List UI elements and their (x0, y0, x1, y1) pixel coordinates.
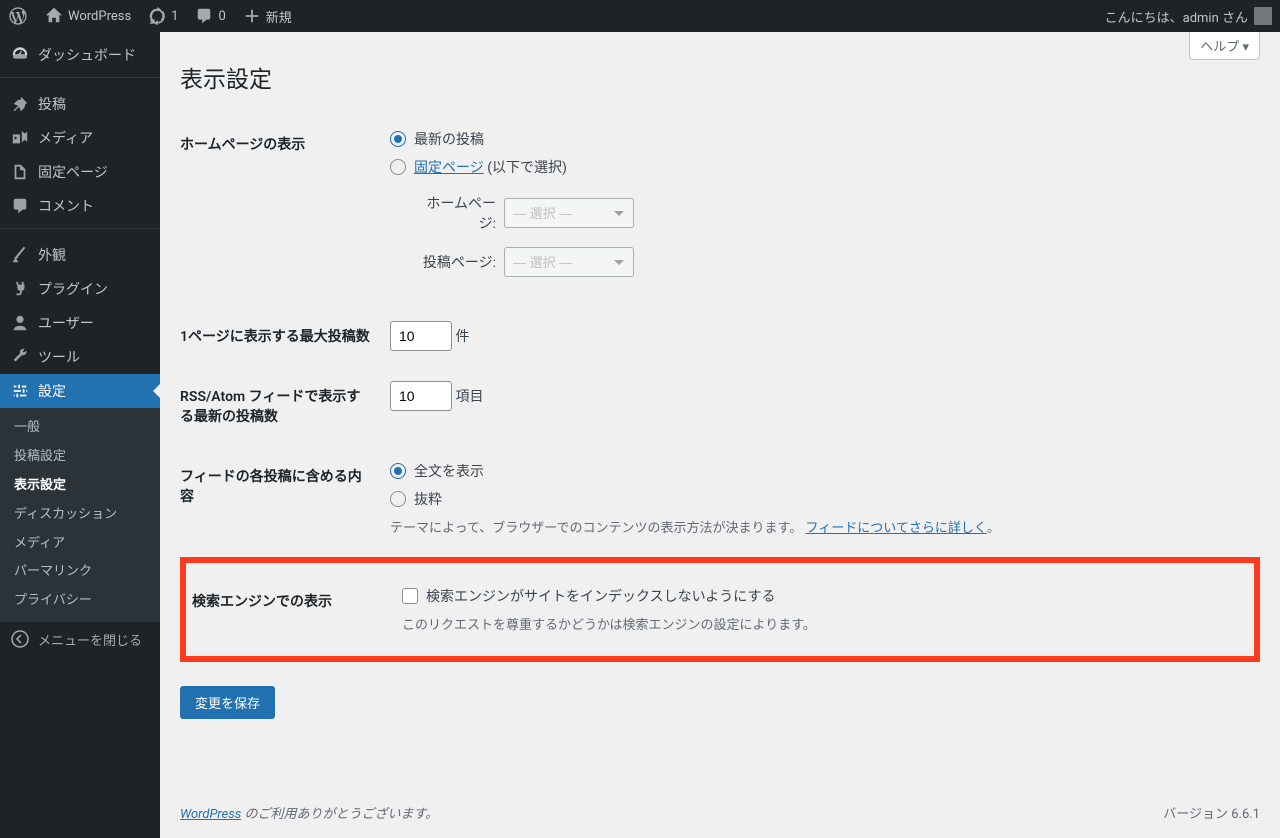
search-engine-highlight: 検索エンジンでの表示 検索エンジンがサイトをインデックスしないようにする このリ… (180, 557, 1260, 662)
wp-logo-menu[interactable] (0, 0, 36, 32)
footer-wp-link[interactable]: WordPress (180, 807, 241, 822)
page-icon (10, 162, 30, 182)
posts-per-page-input[interactable] (390, 321, 452, 351)
settings-submenu: 一般 投稿設定 表示設定 ディスカッション メディア パーマリンク プライバシー (0, 408, 160, 622)
submenu-privacy[interactable]: プライバシー (0, 587, 160, 616)
postspage-select-label: 投稿ページ: (412, 252, 496, 272)
menu-label: 投稿 (38, 94, 66, 114)
feed-desc: テーマによって、ブラウザーでのコンテンツの表示方法が決まります。 フィードについ… (390, 517, 1250, 536)
menu-dashboard[interactable]: ダッシュボード (0, 38, 160, 72)
update-icon (147, 6, 167, 26)
menu-settings[interactable]: 設定 (0, 374, 160, 408)
site-menu[interactable]: WordPress (36, 0, 139, 32)
menu-appearance[interactable]: 外観 (0, 238, 160, 272)
updates-menu[interactable]: 1 (139, 0, 186, 32)
feed-content-th: フィードの各投稿に含める内容 (180, 446, 380, 551)
posts-per-page-suffix: 件 (455, 329, 469, 345)
submenu-reading[interactable]: 表示設定 (0, 472, 160, 501)
feed-excerpt-label: 抜粋 (414, 489, 442, 509)
menu-label: メディア (38, 128, 93, 148)
feed-learn-more-link[interactable]: フィードについてさらに詳しく (805, 521, 986, 536)
greeting-text: こんにちは、admin さん (1105, 7, 1248, 26)
menu-comments[interactable]: コメント (0, 189, 160, 223)
menu-posts[interactable]: 投稿 (0, 87, 160, 121)
homepage-select[interactable]: — 選択 — (504, 198, 634, 228)
comment-icon (10, 196, 30, 216)
collapse-menu[interactable]: メニューを閉じる (0, 622, 160, 656)
comment-icon (194, 6, 214, 26)
rss-items-input[interactable] (390, 381, 452, 411)
avatar (1254, 7, 1272, 25)
menu-label: 固定ページ (38, 162, 108, 182)
menu-label: ユーザー (38, 313, 94, 333)
menu-separator (0, 77, 160, 82)
site-name: WordPress (68, 9, 131, 24)
save-button[interactable]: 変更を保存 (180, 686, 275, 719)
collapse-icon (10, 629, 30, 649)
menu-label: 外観 (38, 245, 66, 265)
updates-count: 1 (171, 9, 178, 24)
plugin-icon (10, 279, 30, 299)
comments-menu[interactable]: 0 (186, 0, 233, 32)
submenu-general[interactable]: 一般 (0, 414, 160, 443)
home-icon (44, 6, 64, 26)
admin-menu: ダッシュボード 投稿 メディア 固定ページ コメント 外観 プラグイン ユーザー… (0, 32, 160, 838)
sliders-icon (10, 381, 30, 401)
pin-icon (10, 94, 30, 114)
postspage-select[interactable]: — 選択 — (504, 247, 634, 277)
feed-full-label: 全文を表示 (414, 461, 484, 481)
new-content-menu[interactable]: 新規 (234, 0, 300, 32)
homepage-latest-radio[interactable] (390, 131, 406, 147)
rss-items-suffix: 項目 (455, 389, 483, 405)
comments-count: 0 (218, 9, 225, 24)
help-tab[interactable]: ヘルプ ▾ (1189, 32, 1260, 60)
admin-bar: WordPress 1 0 新規 こんにちは、admin さん (0, 0, 1280, 32)
menu-label: 設定 (38, 381, 66, 401)
footer-left: WordPress のご利用ありがとうございます。 (180, 803, 438, 822)
homepage-latest-label: 最新の投稿 (414, 129, 484, 149)
menu-tools[interactable]: ツール (0, 340, 160, 374)
submenu-writing[interactable]: 投稿設定 (0, 443, 160, 472)
brush-icon (10, 245, 30, 265)
user-icon (10, 313, 30, 333)
posts-per-page-th: 1ページに表示する最大投稿数 (180, 306, 380, 366)
plus-icon (242, 6, 262, 26)
submenu-permalink[interactable]: パーマリンク (0, 558, 160, 587)
search-engine-checkbox-label: 検索エンジンがサイトをインデックスしないようにする (426, 586, 775, 606)
new-label: 新規 (266, 7, 292, 26)
menu-label: ツール (38, 347, 80, 367)
menu-separator (0, 228, 160, 233)
menu-label: プラグイン (38, 279, 108, 299)
menu-media[interactable]: メディア (0, 121, 160, 155)
wrench-icon (10, 347, 30, 367)
media-icon (10, 128, 30, 148)
menu-users[interactable]: ユーザー (0, 306, 160, 340)
menu-plugins[interactable]: プラグイン (0, 272, 160, 306)
search-engine-checkbox[interactable] (402, 588, 418, 604)
wordpress-logo-icon (8, 6, 28, 26)
feed-excerpt-radio[interactable] (390, 491, 406, 507)
collapse-label: メニューを閉じる (38, 630, 142, 649)
search-engine-desc: このリクエストを尊重するかどうかは検索エンジンの設定によります。 (402, 614, 1238, 633)
menu-pointer (145, 383, 161, 399)
page-title: 表示設定 (180, 60, 1260, 94)
rss-items-th: RSS/Atom フィードで表示する最新の投稿数 (180, 366, 380, 446)
footer: WordPress のご利用ありがとうございます。 バージョン 6.6.1 (160, 787, 1280, 838)
menu-label: コメント (38, 196, 94, 216)
submenu-discussion[interactable]: ディスカッション (0, 501, 160, 530)
submenu-media[interactable]: メディア (0, 530, 160, 559)
account-menu[interactable]: こんにちは、admin さん (1105, 7, 1280, 26)
homepage-static-label: 固定ページ (以下で選択) (414, 157, 567, 177)
homepage-static-radio[interactable] (390, 159, 406, 175)
feed-full-radio[interactable] (390, 463, 406, 479)
homepage-th: ホームページの表示 (180, 114, 380, 306)
search-engine-th: 検索エンジンでの表示 (192, 571, 392, 648)
menu-label: ダッシュボード (38, 45, 136, 65)
homepage-select-label: ホームページ: (412, 193, 496, 233)
homepage-static-link[interactable]: 固定ページ (414, 160, 484, 176)
footer-version: バージョン 6.6.1 (1163, 803, 1260, 822)
menu-pages[interactable]: 固定ページ (0, 155, 160, 189)
dashboard-icon (10, 45, 30, 65)
